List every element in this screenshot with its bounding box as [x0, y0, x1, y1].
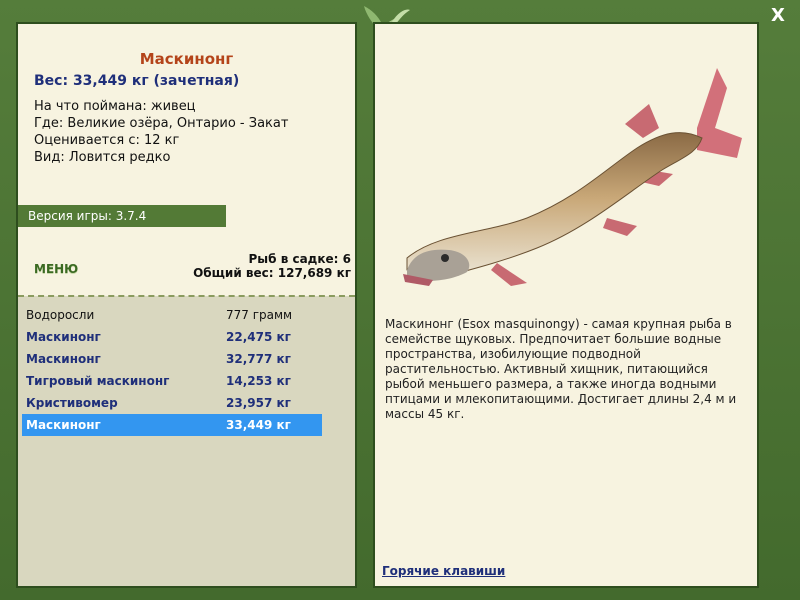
catch-name: Маскинонг — [26, 352, 101, 366]
keepnet-total-weight: Общий вес: 127,689 кг — [193, 266, 351, 280]
catch-name: Маскинонг — [26, 330, 101, 344]
close-button[interactable]: X — [768, 6, 788, 26]
catch-row[interactable]: Маскинонг 32,777 кг — [22, 348, 322, 370]
fish-description-panel: Маскинонг (Esox masquinongy) - самая кру… — [373, 22, 759, 588]
bait-info: На что поймана: живец — [34, 99, 196, 114]
fish-title: Маскинонг — [139, 50, 234, 68]
catch-name: Тигровый маскинонг — [26, 374, 170, 388]
rarity-info: Вид: Ловится редко — [34, 150, 171, 165]
min-weight-info: Оценивается с: 12 кг — [34, 133, 180, 148]
catch-row[interactable]: Водоросли 777 грамм — [22, 304, 322, 326]
window-frame: X Маскинонг Вес: 33,449 кг (зачетная) На… — [0, 0, 800, 600]
catch-row[interactable]: Кристивомер 23,957 кг — [22, 392, 322, 414]
catch-weight: 23,957 кг — [226, 396, 291, 410]
catch-row[interactable]: Маскинонг 22,475 кг — [22, 326, 322, 348]
keepnet-count: Рыб в садке: 6 — [248, 252, 352, 266]
location-info: Где: Великие озёра, Онтарио - Закат — [34, 116, 289, 131]
menu-button[interactable]: МЕНЮ — [34, 262, 78, 276]
divider — [18, 295, 355, 297]
fish-description: Маскинонг (Esox masquinongy) - самая кру… — [385, 317, 737, 421]
fish-info-panel: Маскинонг Вес: 33,449 кг (зачетная) На ч… — [16, 22, 357, 588]
fish-image — [403, 68, 742, 286]
catch-row[interactable]: Тигровый маскинонг 14,253 кг — [22, 370, 322, 392]
catch-weight: 14,253 кг — [226, 374, 291, 388]
hotkeys-link[interactable]: Горячие клавиши — [382, 564, 505, 578]
catch-weight: 33,449 кг — [226, 418, 291, 432]
catch-name: Маскинонг — [26, 418, 101, 432]
catch-name: Водоросли — [26, 308, 95, 322]
catch-weight: 32,777 кг — [226, 352, 291, 366]
catch-weight: 777 грамм — [226, 308, 293, 322]
game-version: Версия игры: 3.7.4 — [18, 205, 226, 227]
catch-row-selected[interactable]: Маскинонг 33,449 кг — [22, 414, 322, 436]
fish-details: На что поймана: живец Где: Великие озёра… — [34, 98, 288, 166]
catch-list: Водоросли 777 грамм Маскинонг 22,475 кг … — [22, 304, 322, 436]
fish-weight: Вес: 33,449 кг (зачетная) — [34, 73, 240, 89]
catch-weight: 22,475 кг — [226, 330, 291, 344]
keepnet-summary: Рыб в садке: 6 Общий вес: 127,689 кг — [193, 252, 351, 280]
catch-name: Кристивомер — [26, 396, 118, 410]
